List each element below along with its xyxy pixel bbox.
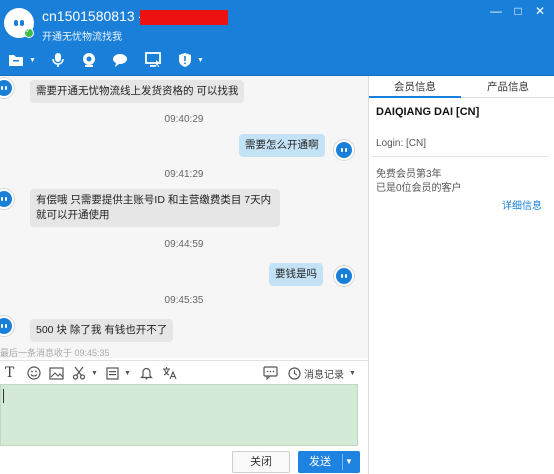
calendar-icon xyxy=(106,367,119,380)
chevron-down-icon: ▼ xyxy=(197,56,204,64)
last-message-notice: 最后一条消息收于 09:45:35 xyxy=(0,348,110,358)
main-toolbar: ▼ ▼ xyxy=(0,44,554,76)
title-bar: cn1501580813 - 开通无忧物流找我 — □ ✕ xyxy=(0,0,554,44)
text-format-icon[interactable]: T xyxy=(5,365,14,381)
security-button[interactable]: ▼ xyxy=(178,50,204,70)
translate-icon xyxy=(163,367,177,380)
incoming-message: 有偿哦 只需要提供主账号ID 和主营缴费类目 7天内就可以开通使用 xyxy=(30,189,280,227)
member-name: DAIQIANG DAI [CN] xyxy=(376,106,480,118)
send-options-chevron-icon[interactable]: ▼ xyxy=(345,451,353,473)
translate-button[interactable] xyxy=(162,365,178,381)
quick-reply-button[interactable] xyxy=(263,365,278,381)
contact-avatar-small xyxy=(0,189,14,209)
divider xyxy=(372,156,548,157)
user-avatar-small xyxy=(334,266,354,286)
tab-member-info[interactable]: 会员信息 xyxy=(369,76,461,98)
chevron-down-icon: ▼ xyxy=(91,369,98,377)
compose-toolbar: T ▼ ▼ 消息记录 ▼ xyxy=(0,360,368,384)
chat-bubbles-icon xyxy=(113,54,127,67)
bell-icon xyxy=(140,367,153,380)
chevron-down-icon: ▼ xyxy=(124,369,131,377)
screen-share-button[interactable] xyxy=(145,50,163,70)
send-label: 发送 xyxy=(309,456,331,468)
video-button[interactable] xyxy=(81,50,97,70)
redaction-bar xyxy=(140,10,228,25)
chat-button[interactable] xyxy=(112,50,130,70)
online-status-icon xyxy=(24,26,34,38)
tab-product-info[interactable]: 产品信息 xyxy=(462,76,554,98)
message-timestamp: 09:41:29 xyxy=(164,169,204,180)
image-icon xyxy=(49,366,64,380)
details-link[interactable]: 详细信息 xyxy=(502,197,542,212)
close-button[interactable]: 关闭 xyxy=(232,451,290,473)
maximize-icon[interactable]: □ xyxy=(510,4,526,18)
shield-icon xyxy=(179,53,191,67)
screenshot-button[interactable]: ▼ xyxy=(72,365,98,381)
message-history-label: 消息记录 xyxy=(304,369,344,381)
text-cursor xyxy=(3,389,4,403)
contact-status-text: 开通无忧物流找我 xyxy=(42,32,122,43)
reminder-button[interactable] xyxy=(140,365,153,381)
chat-history[interactable]: 需要开通无忧物流线上发货资格的 可以找我 09:40:29 需要怎么开通啊 09… xyxy=(0,76,368,358)
clock-icon xyxy=(288,366,301,380)
message-input[interactable] xyxy=(0,384,358,446)
emoji-button[interactable] xyxy=(27,365,41,381)
minimize-icon[interactable]: — xyxy=(488,4,504,18)
scissors-icon xyxy=(72,366,86,380)
microphone-icon xyxy=(52,53,64,67)
emoji-icon xyxy=(27,366,41,380)
message-timestamp: 09:40:29 xyxy=(164,114,204,125)
quick-reply-icon xyxy=(263,366,278,380)
message-timestamp: 09:44:59 xyxy=(164,239,204,250)
voice-button[interactable] xyxy=(52,50,64,70)
message-history-button[interactable]: 消息记录 ▼ xyxy=(288,365,356,381)
incoming-message: 500 块 除了我 有钱也开不了 xyxy=(30,319,174,342)
close-icon[interactable]: ✕ xyxy=(532,4,548,18)
send-divider xyxy=(342,454,343,470)
panel-divider xyxy=(368,76,369,474)
outgoing-message: 要钱是吗 xyxy=(269,263,323,286)
folder-button[interactable]: ▼ xyxy=(8,50,36,70)
message-timestamp: 09:45:35 xyxy=(164,295,204,306)
chevron-down-icon: ▼ xyxy=(29,56,36,64)
membership-duration: 免费会员第3年 xyxy=(376,169,442,180)
screen-share-icon xyxy=(145,52,161,67)
member-login: Login: [CN] xyxy=(376,138,427,149)
user-avatar-small xyxy=(334,140,354,160)
customer-count: 已是0位会员的客户 xyxy=(376,183,462,194)
chevron-down-icon: ▼ xyxy=(349,369,356,377)
schedule-button[interactable]: ▼ xyxy=(106,365,131,381)
contact-name: cn1501580813 - xyxy=(42,8,144,24)
contact-avatar-small xyxy=(0,78,14,98)
incoming-message: 需要开通无忧物流线上发货资格的 可以找我 xyxy=(30,80,245,103)
sidebar-tabs: 会员信息 产品信息 xyxy=(369,76,554,98)
contact-avatar-small xyxy=(0,316,14,336)
image-button[interactable] xyxy=(49,365,64,381)
webcam-icon xyxy=(83,53,95,67)
send-button[interactable]: 发送 ▼ xyxy=(298,451,360,473)
outgoing-message: 需要怎么开通啊 xyxy=(239,134,325,157)
folder-icon xyxy=(9,55,23,66)
